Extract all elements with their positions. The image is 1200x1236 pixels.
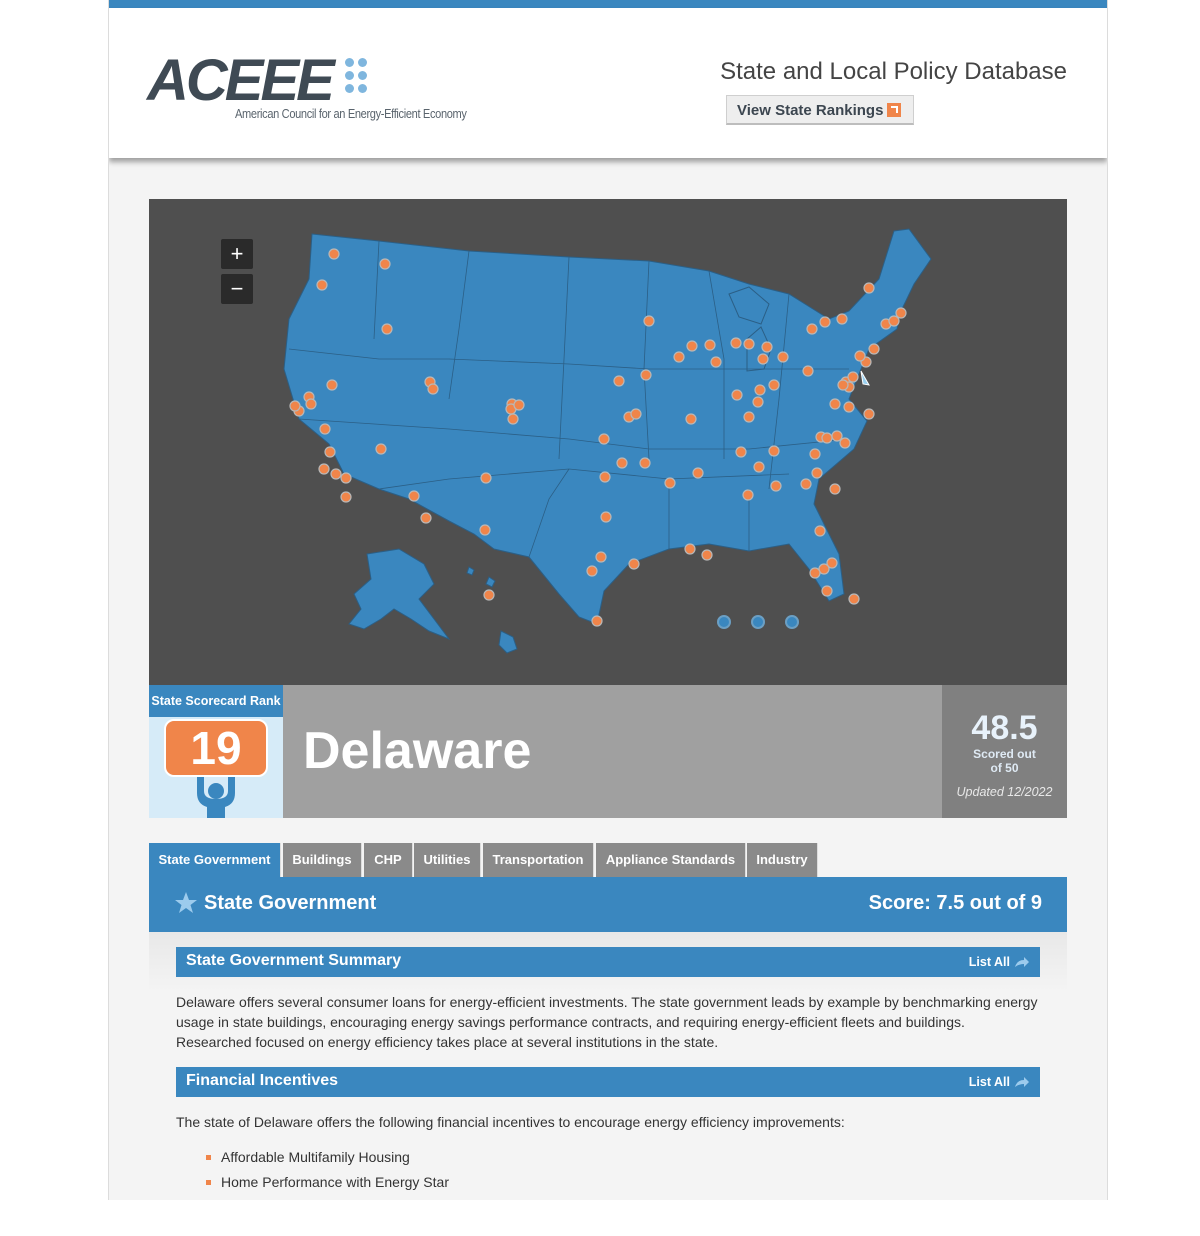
logo-subtitle: American Council for an Energy-Efficient… — [235, 106, 467, 121]
page: ACEEE American Council for an Energy-Eff… — [108, 0, 1108, 1200]
scorecard-rank-box: State Scorecard Rank 19 — [149, 685, 283, 818]
scorecard-rank-label: State Scorecard Rank — [149, 685, 283, 717]
summary-header: State Government Summary List All — [176, 947, 1040, 977]
summary-title: State Government Summary — [186, 952, 402, 969]
us-map[interactable]: + − — [149, 199, 1067, 685]
section-score: Score: 7.5 out of 9 — [868, 892, 1042, 914]
list-item[interactable]: Home Performance with Energy Star — [206, 1172, 449, 1197]
incentives-title: Financial Incentives — [186, 1072, 339, 1089]
summary-list-all-label: List All — [968, 955, 1010, 969]
incentives-header: Financial Incentives List All — [176, 1067, 1040, 1097]
logo-dots-icon — [345, 58, 375, 98]
tab-chp[interactable]: CHP — [364, 843, 413, 877]
tab-state-government[interactable]: State Government — [149, 843, 281, 877]
incentives-intro: The state of Delaware offers the followi… — [176, 1114, 845, 1130]
star-icon — [175, 892, 197, 913]
site-title: State and Local Policy Database — [720, 58, 1067, 85]
zoom-in-button[interactable]: + — [221, 239, 253, 269]
score-caption-line-1: Scored out — [973, 747, 1036, 761]
tab-transportation[interactable]: Transportation — [483, 843, 594, 877]
tab-buildings[interactable]: Buildings — [283, 843, 362, 877]
state-banner: State Scorecard Rank 19 Delaware 48.5 Sc… — [149, 685, 1067, 818]
scorecard-rank-number: 19 — [164, 719, 268, 777]
score-caption: Scored out of 50 — [942, 747, 1067, 775]
rankings-button-label: View State Rankings — [737, 102, 884, 119]
site-header: ACEEE American Council for an Energy-Eff… — [109, 8, 1107, 158]
overall-score-box: 48.5 Scored out of 50 Updated 12/2022 — [942, 685, 1067, 818]
map-page-dot-2[interactable] — [751, 615, 765, 629]
section-content: State Government Summary List All Delawa… — [149, 932, 1067, 1200]
updated-date: Updated 12/2022 — [956, 785, 1053, 799]
person-holding-sign-icon — [197, 777, 235, 818]
section-title: State Government — [204, 892, 377, 914]
map-page-dot-1[interactable] — [717, 615, 731, 629]
list-item[interactable]: Affordable Multifamily Housing — [206, 1147, 449, 1172]
tab-utilities[interactable]: Utilities — [414, 843, 481, 877]
state-name: Delaware — [303, 722, 532, 780]
view-state-rankings-button[interactable]: View State Rankings — [726, 95, 914, 125]
external-link-icon — [887, 103, 902, 117]
score-caption-line-2: of 50 — [990, 761, 1019, 775]
overall-score: 48.5 — [971, 709, 1038, 747]
tab-industry[interactable]: Industry — [747, 843, 818, 877]
map-pagination — [149, 615, 1067, 631]
summary-list-all-link[interactable]: List All — [969, 955, 1030, 969]
tab-appliance-standards[interactable]: Appliance Standards — [596, 843, 746, 877]
incentives-list: Affordable Multifamily Housing Home Perf… — [206, 1147, 449, 1197]
top-accent-bar — [109, 0, 1107, 8]
incentives-list-all-label: List All — [968, 1075, 1010, 1089]
aceee-logo[interactable]: ACEEE American Council for an Energy-Eff… — [147, 52, 467, 132]
share-arrow-icon — [1015, 1077, 1029, 1087]
incentives-list-all-link[interactable]: List All — [969, 1075, 1030, 1089]
map-page-dot-3[interactable] — [785, 615, 799, 629]
zoom-out-button[interactable]: − — [221, 274, 253, 304]
logo-wordmark: ACEEE — [147, 48, 335, 113]
us-map-shape — [283, 228, 932, 654]
selected-state-marker — [860, 370, 870, 386]
share-arrow-icon — [1015, 957, 1029, 967]
section-header: State Government Score: 7.5 out of 9 — [149, 877, 1067, 932]
summary-text: Delaware offers several consumer loans f… — [176, 994, 1038, 1050]
